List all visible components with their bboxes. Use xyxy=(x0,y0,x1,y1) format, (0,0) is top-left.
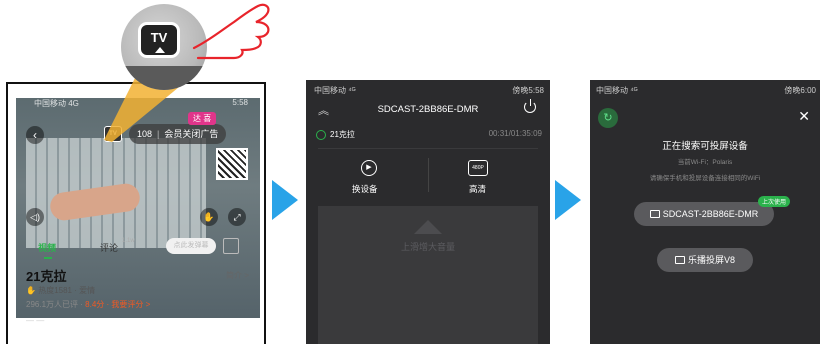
status-bar-left: 中国移动 ⁴ᴳ xyxy=(314,86,356,95)
phone-screen-cast-control: 中国移动 ⁴ᴳ 傍晚5:58 ︽ SDCAST-2BB86E-DMR 21克拉 … xyxy=(306,80,550,344)
hot-text: 热度1581 · 爱情 xyxy=(38,286,96,295)
status-bar-left: 中国移动 4G xyxy=(34,99,79,108)
promo-tag: 达 喜 xyxy=(188,112,217,125)
power-icon-bar xyxy=(529,99,531,106)
phone-screen-video-player: 中国移动 4G 5:58 ‹ TV 108 | 会员关闭广告 达 喜 ◁) ✋ … xyxy=(6,82,266,344)
resolution-icon[interactable]: 480P xyxy=(468,160,488,176)
back-icon[interactable]: ‹ xyxy=(26,126,44,144)
fullscreen-icon[interactable]: ⤢ xyxy=(228,208,246,226)
tv-label: TV xyxy=(150,30,168,45)
resolution-button[interactable]: 高清 xyxy=(469,183,486,195)
tv-cast-icon-zoomed: TV xyxy=(138,22,180,58)
monitor-icon xyxy=(674,256,685,264)
search-title: 正在搜索可投屏设备 xyxy=(662,141,748,152)
tab-video[interactable]: 视频 xyxy=(38,241,56,254)
device-option-1-label: SDCAST-2BB86E-DMR xyxy=(662,209,759,219)
switch-device-icon[interactable]: ▶ xyxy=(361,160,377,176)
step-arrow-2 xyxy=(555,180,581,220)
ad-countdown[interactable]: 108 | 会员关闭广告 xyxy=(129,124,227,144)
more-placeholder: — — xyxy=(26,316,45,325)
hand-pointer-icon xyxy=(192,3,270,60)
ad-count: 108 xyxy=(137,129,153,139)
intro-link[interactable]: 简介 > xyxy=(226,270,249,281)
device-name: SDCAST-2BB86E-DMR xyxy=(377,104,479,115)
phone-screen-device-search: 中国移动 ⁴ᴳ 傍晚6:00 ↻ ✕ 正在搜索可投屏设备 当前Wi-Fi：Pol… xyxy=(590,80,820,344)
device-option-2-label: 乐播投屏V8 xyxy=(687,255,735,265)
playback-time: 00:31/01:35:09 xyxy=(488,129,542,138)
status-bar-right: 傍晚6:00 xyxy=(784,86,816,95)
tab-comments[interactable]: 评论 xyxy=(100,241,118,254)
wifi-hint: 请确保手机和投屏设备连接相同的WiFi xyxy=(649,175,761,182)
danmu-input[interactable]: 点此发弹幕 xyxy=(166,238,216,254)
tab-active-indicator xyxy=(44,257,52,259)
tv-cast-icon[interactable]: TV xyxy=(104,126,122,142)
gesture-icon[interactable]: ✋ xyxy=(200,208,218,226)
volume-icon[interactable]: ◁) xyxy=(26,208,44,226)
video-title: 21克拉 xyxy=(26,269,67,284)
device-option-1[interactable]: SDCAST-2BB86E-DMR xyxy=(634,202,774,226)
device-option-2[interactable]: 乐播投屏V8 xyxy=(657,248,753,272)
monitor-icon xyxy=(649,210,660,218)
ad-vip-text: 会员关闭广告 xyxy=(164,129,219,139)
divider xyxy=(428,158,429,192)
rate-link[interactable]: · 我要评分 > xyxy=(104,300,150,309)
close-icon[interactable]: ✕ xyxy=(798,108,810,125)
qr-code-image xyxy=(216,148,248,180)
last-used-badge: 上次使用 xyxy=(758,196,791,207)
swipe-up-icon xyxy=(414,220,442,234)
switch-device-button[interactable]: 换设备 xyxy=(352,183,378,195)
comment-count: 1.1w xyxy=(122,238,135,244)
wifi-info: 当前Wi-Fi：Polaris xyxy=(677,159,733,166)
rating-row: 296.1万人已评 · 8.4分 · 我要评分 > xyxy=(26,299,150,310)
refresh-icon[interactable]: ↻ xyxy=(598,108,618,128)
status-bar-right: 傍晚5:58 xyxy=(512,86,544,95)
rating-score: 8.4分 xyxy=(85,300,105,309)
check-circle-icon xyxy=(316,130,326,140)
status-bar-left: 中国移动 ⁴ᴳ xyxy=(596,86,638,95)
fire-icon: ✋ xyxy=(26,286,36,295)
hot-info: ✋ 热度1581 · 爱情 xyxy=(26,285,95,296)
volume-hint: 上滑增大音量 xyxy=(400,242,455,252)
step-arrow-1 xyxy=(272,180,298,220)
rating-count: 296.1万人已评 · xyxy=(26,300,86,309)
status-bar-right: 5:58 xyxy=(232,98,248,107)
danmu-settings-icon[interactable] xyxy=(223,238,239,254)
casting-title: 21克拉 xyxy=(330,130,355,139)
